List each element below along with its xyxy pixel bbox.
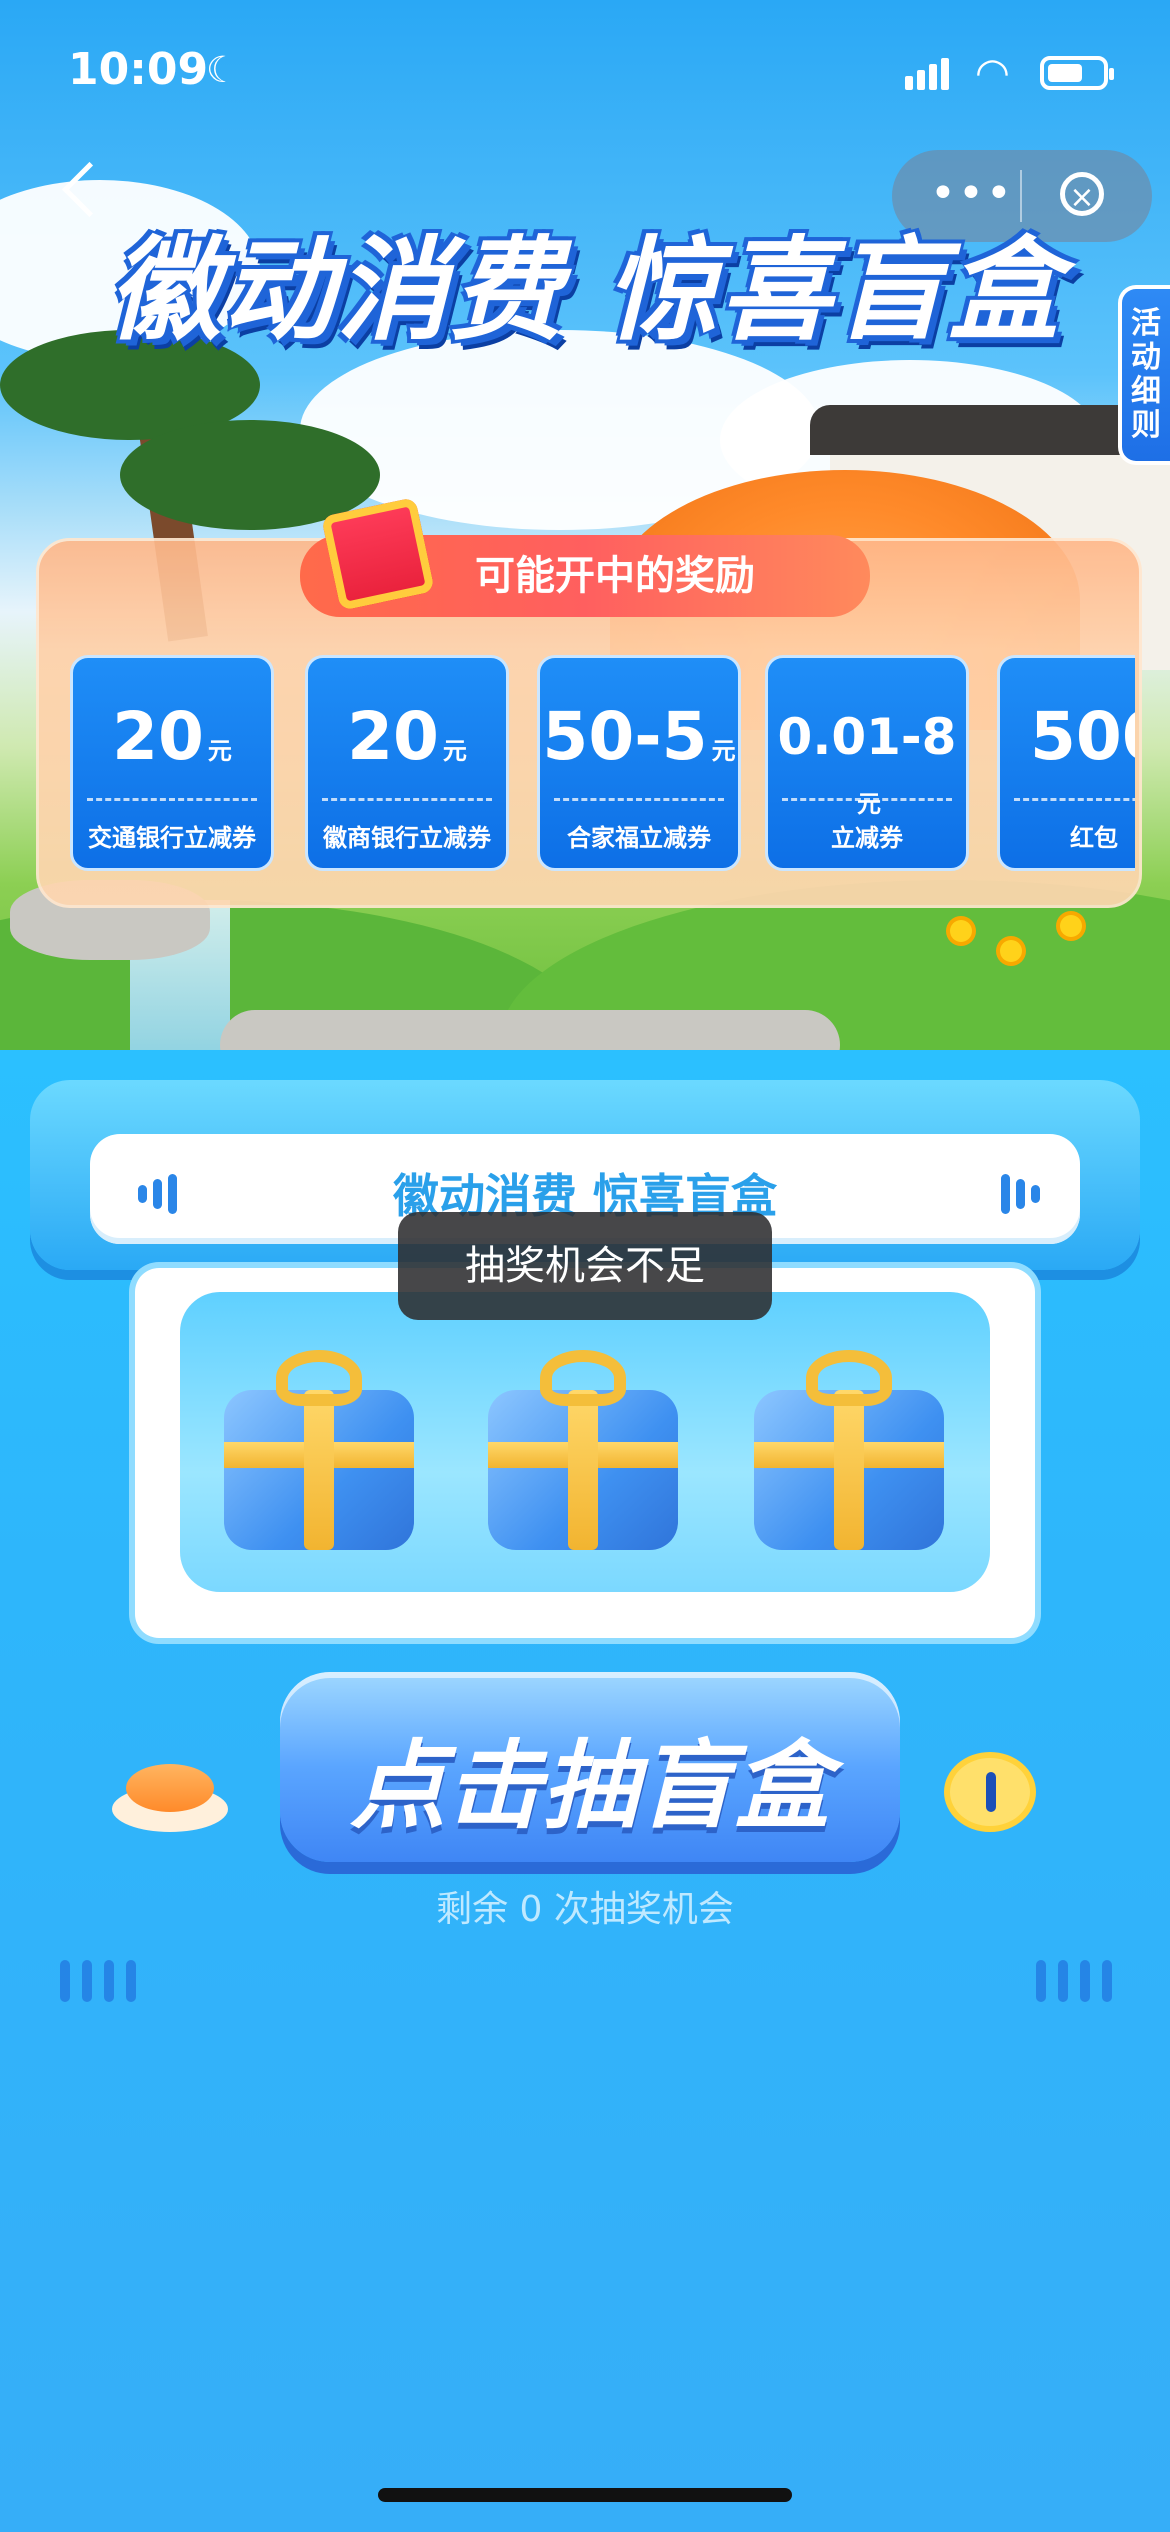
coupon-card: 50-5 元 合家福立减券 bbox=[537, 655, 741, 871]
vent-icon bbox=[60, 1960, 148, 2006]
vent-icon bbox=[1036, 1960, 1124, 2006]
home-indicator bbox=[378, 2488, 792, 2502]
coupon-divider bbox=[554, 798, 724, 801]
status-bar: 10:09 ☾ ◠ bbox=[0, 0, 1170, 140]
coupon-divider bbox=[322, 798, 492, 801]
coupon-value: 20 元 bbox=[112, 698, 232, 775]
flower bbox=[950, 920, 972, 942]
coupon-value: 20 元 bbox=[347, 698, 467, 775]
page-title: 徽动消费 惊喜盲盒 bbox=[108, 226, 1062, 356]
coupon-list: 20 元 交通银行立减券 20 元 徽商银行立减券 50-5 元 合家福立减券 0.0… bbox=[70, 655, 1135, 875]
coupon-card: 20 元 交通银行立减券 bbox=[70, 655, 274, 871]
coupon-name: 合家福立减券 bbox=[567, 824, 711, 852]
coupon-card: 500 红包 bbox=[997, 655, 1135, 871]
status-time: 10:09 bbox=[68, 44, 209, 95]
coupon-divider bbox=[782, 798, 952, 801]
coupon-divider bbox=[1014, 798, 1135, 801]
gift-icon bbox=[321, 497, 435, 611]
coupon-value: 0.01-8元 bbox=[777, 708, 957, 818]
coupon-name: 交通银行立减券 bbox=[88, 824, 256, 852]
flower bbox=[1000, 940, 1022, 962]
blind-box-icon bbox=[478, 1350, 688, 1560]
flower bbox=[1060, 915, 1082, 937]
draw-blind-box-button[interactable]: 点击抽盲盒 bbox=[280, 1672, 900, 1862]
sound-bars-icon bbox=[1001, 1174, 1046, 1214]
wifi-icon: ◠ bbox=[975, 50, 1010, 96]
coupon-name: 徽商银行立减券 bbox=[323, 824, 491, 852]
signal-icon bbox=[905, 58, 953, 90]
coupon-value: 500 bbox=[1030, 698, 1135, 775]
coupon-divider bbox=[87, 798, 257, 801]
draw-button-label: 点击抽盲盒 bbox=[350, 1730, 830, 1842]
remaining-chances: 剩余 0 次抽奖机会 bbox=[436, 1889, 734, 1930]
coupon-name: 红包 bbox=[1070, 824, 1118, 852]
toast-message: 抽奖机会不足 bbox=[398, 1212, 772, 1320]
moon-icon: ☾ bbox=[206, 50, 239, 91]
building-roof bbox=[810, 405, 1170, 455]
orange-knob-icon bbox=[112, 1764, 228, 1834]
coupon-value: 50-5 元 bbox=[542, 698, 736, 775]
coupon-card: 20 元 徽商银行立减券 bbox=[305, 655, 509, 871]
battery-icon bbox=[1040, 56, 1114, 90]
coupon-card: 0.01-8元 立减券 bbox=[765, 655, 969, 871]
coupon-name: 立减券 bbox=[831, 824, 903, 852]
blind-box-icon bbox=[214, 1350, 424, 1560]
rules-tab[interactable]: 活动细则 bbox=[1118, 285, 1170, 465]
yellow-knob-icon bbox=[944, 1752, 1036, 1832]
blind-box-icon bbox=[744, 1350, 954, 1560]
